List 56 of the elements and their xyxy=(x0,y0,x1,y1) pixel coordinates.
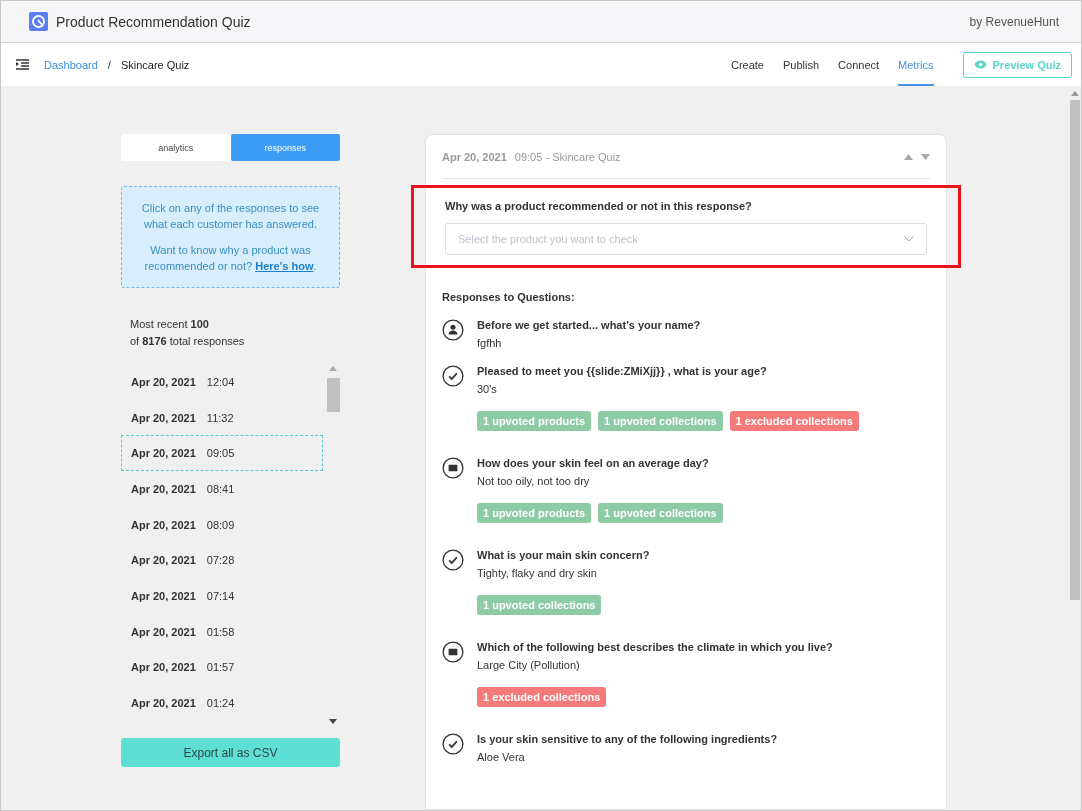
question-text: Is your skin sensitive to any of the following ingredients? xyxy=(477,733,778,745)
info-text: Click on any of the responses to see what each customer has answered. xyxy=(140,201,321,232)
question-text: How does your skin feel on an average day? xyxy=(477,457,710,469)
scroll-down-icon[interactable] xyxy=(329,719,337,724)
app-logo-icon xyxy=(29,12,48,31)
response-date: Apr 20, 2021 xyxy=(442,150,507,163)
question-text: Pleased to meet you {{slide:ZMiXjj}} , what is your age? xyxy=(477,365,768,377)
question-text: Which of the following best describes the climate in which you live? xyxy=(477,641,833,653)
nav-tab[interactable]: Connect xyxy=(838,43,880,86)
section-heading: Responses to Questions: xyxy=(442,291,576,303)
question-text: Before we get started... what's your name? xyxy=(477,319,701,331)
scroll-up-icon[interactable] xyxy=(329,366,337,371)
answer-text: fgfhh xyxy=(477,337,503,349)
answer-text: Large City (Pollution) xyxy=(477,659,581,671)
product-check-question: Why was a product recommended or not in this response? xyxy=(445,200,753,212)
response-item[interactable]: Apr 20, 2021 07:28 xyxy=(121,542,323,579)
view-tab[interactable]: analytics xyxy=(121,134,231,161)
sort-arrows-icon[interactable] xyxy=(904,153,930,160)
response-item[interactable]: Apr 20, 2021 08:09 xyxy=(121,506,323,543)
response-item[interactable]: Apr 20, 2021 12:04 xyxy=(121,364,323,400)
response-count-text: Most recent 100 xyxy=(129,317,210,332)
response-item[interactable]: Apr 20, 2021 01:58 xyxy=(121,613,323,650)
nav-tab[interactable]: Publish xyxy=(783,43,820,86)
export-csv-button[interactable]: Export all as CSV xyxy=(121,738,340,767)
response-item[interactable]: Apr 20, 2021 01:24 xyxy=(121,685,323,721)
response-item[interactable]: Apr 20, 2021 11:32 xyxy=(121,399,323,436)
scroll-up-icon[interactable] xyxy=(1071,91,1079,96)
response-item[interactable]: Apr 20, 2021 09:05 xyxy=(121,435,323,472)
scrollbar-thumb[interactable] xyxy=(327,378,340,412)
chevron-down-icon xyxy=(904,236,914,242)
response-count-text: of 8176 total responses xyxy=(129,334,246,349)
eye-icon xyxy=(973,60,987,69)
breadcrumb-link[interactable]: Dashboard xyxy=(44,58,98,71)
byline-text: by RevenueHunt xyxy=(969,14,1059,29)
response-item[interactable]: Apr 20, 2021 01:57 xyxy=(121,649,323,686)
question-text: What is your main skin concern? xyxy=(477,549,650,561)
current-page-title: Skincare Quiz xyxy=(120,58,190,71)
nav-tab[interactable]: Create xyxy=(730,43,764,86)
response-item[interactable]: Apr 20, 2021 07:14 xyxy=(121,578,323,614)
answer-text: Not too oily, not too dry xyxy=(477,475,591,487)
answer-text: Tighty, flaky and dry skin xyxy=(477,567,598,579)
image-icon xyxy=(442,457,464,479)
checkmark-icon xyxy=(442,549,464,571)
response-title: 09:05 - Skincare Quiz xyxy=(514,150,622,163)
response-item[interactable]: Apr 20, 2021 08:41 xyxy=(121,471,323,507)
person-icon xyxy=(442,319,464,341)
info-text: Want to know why a product was recommended or not? Here's how. xyxy=(143,243,318,274)
answer-text: Aloe Vera xyxy=(477,751,526,763)
image-icon xyxy=(442,641,464,663)
checkmark-icon xyxy=(442,733,464,755)
checkmark-icon xyxy=(442,365,464,387)
menu-icon[interactable] xyxy=(16,59,29,70)
app-title: Product Recommendation Quiz xyxy=(56,13,252,30)
scrollbar-thumb[interactable] xyxy=(1070,100,1080,600)
breadcrumb-separator: / xyxy=(107,58,111,71)
answer-text: 30's xyxy=(477,383,498,395)
